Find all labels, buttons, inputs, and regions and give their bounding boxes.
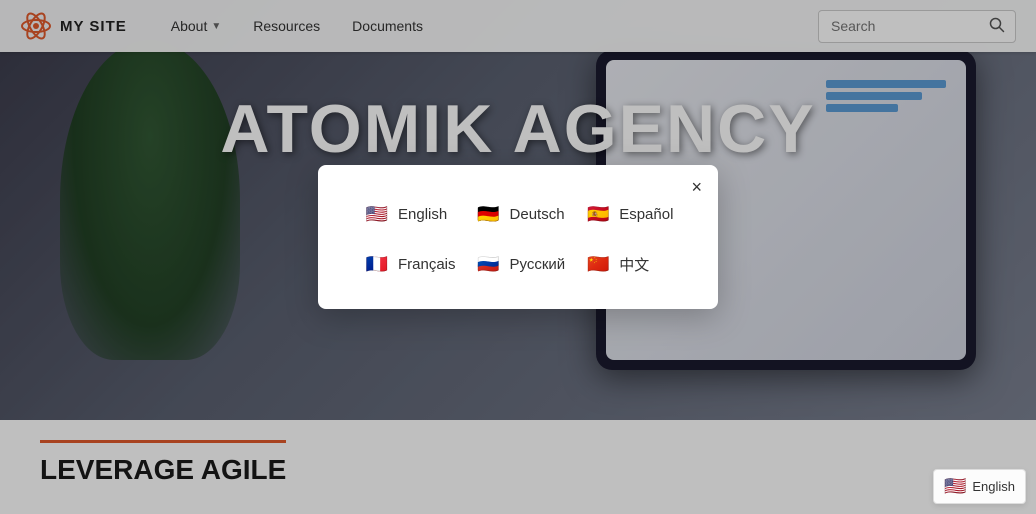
flag-icon: 🇺🇸 <box>364 201 390 227</box>
language-option[interactable]: 🇫🇷 Français <box>358 247 462 281</box>
flag-icon: 🇪🇸 <box>585 201 611 227</box>
modal-close-button[interactable]: × <box>691 177 702 198</box>
footer-lang-label: English <box>972 479 1015 494</box>
footer-flag-icon: 🇺🇸 <box>944 476 966 497</box>
language-option[interactable]: 🇪🇸 Español <box>579 197 679 231</box>
language-option[interactable]: 🇩🇪 Deutsch <box>470 197 572 231</box>
flag-icon: 🇫🇷 <box>364 251 390 277</box>
lang-label: Русский <box>510 256 566 273</box>
lang-label: 中文 <box>619 254 649 275</box>
flag-icon: 🇷🇺 <box>476 251 502 277</box>
lang-label: Français <box>398 256 456 273</box>
flag-icon: 🇩🇪 <box>476 201 502 227</box>
lang-label: English <box>398 206 447 223</box>
language-grid: 🇺🇸 English 🇩🇪 Deutsch 🇪🇸 Español 🇫🇷 Français 🇷🇺 Р… <box>358 197 678 281</box>
language-option[interactable]: 🇷🇺 Русский <box>470 247 572 281</box>
language-option[interactable]: 🇺🇸 English <box>358 197 462 231</box>
modal-overlay: × 🇺🇸 English 🇩🇪 Deutsch 🇪🇸 Español 🇫🇷 Français 🇷… <box>0 0 1036 514</box>
language-option[interactable]: 🇨🇳 中文 <box>579 247 679 281</box>
lang-label: Deutsch <box>510 206 565 223</box>
language-modal: × 🇺🇸 English 🇩🇪 Deutsch 🇪🇸 Español 🇫🇷 Français 🇷… <box>318 165 718 309</box>
footer-language-button[interactable]: 🇺🇸 English <box>933 469 1026 504</box>
lang-label: Español <box>619 206 673 223</box>
flag-icon: 🇨🇳 <box>585 251 611 277</box>
